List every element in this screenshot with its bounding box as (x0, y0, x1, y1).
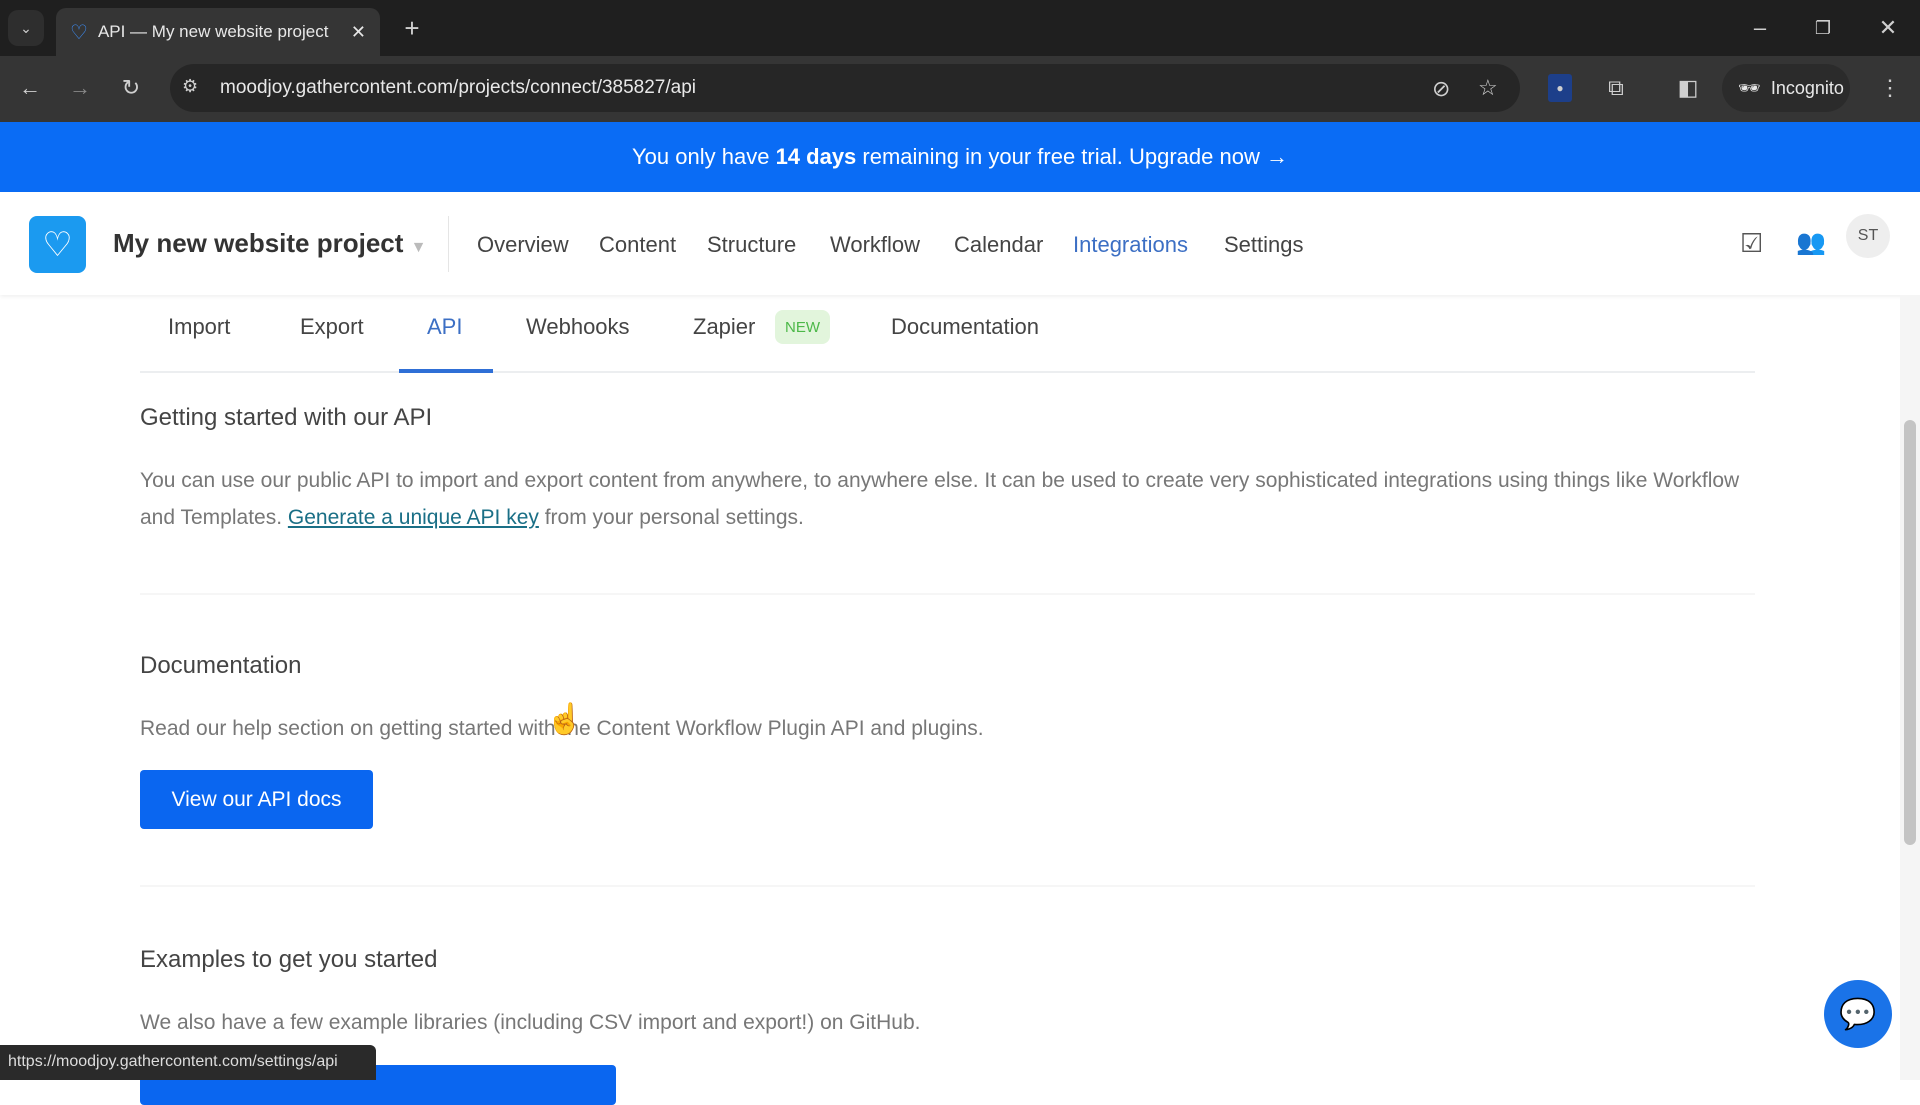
trial-banner[interactable]: You only have 14 days remaining in your … (0, 122, 1920, 192)
banner-text: You only have (632, 144, 776, 169)
nav-integrations[interactable]: Integrations (1073, 232, 1188, 258)
tab-zapier[interactable]: Zapier (693, 314, 755, 340)
nav-calendar[interactable]: Calendar (954, 232, 1043, 258)
favicon-icon: ♡ (70, 21, 88, 44)
bookmark-star-icon[interactable]: ☆ (1478, 75, 1498, 101)
tab-webhooks[interactable]: Webhooks (526, 314, 630, 340)
api-description: You can use our public API to import and… (140, 462, 1760, 536)
tasks-clipboard-icon[interactable]: ☑ (1740, 228, 1763, 259)
tab-import[interactable]: Import (168, 314, 230, 340)
tab-export[interactable]: Export (300, 314, 364, 340)
section-divider (140, 885, 1755, 887)
incognito-label: Incognito (1770, 77, 1844, 98)
view-api-docs-button[interactable]: View our API docs (140, 770, 373, 829)
url-text: moodjoy.gathercontent.com/projects/conne… (220, 77, 697, 98)
docs-description: Read our help section on getting started… (140, 717, 984, 740)
chat-launcher-button[interactable]: 💬 (1824, 980, 1892, 1048)
app-header: ♡ My new website project ▼ Overview Cont… (0, 192, 1920, 295)
minimize-button[interactable]: – (1740, 10, 1780, 46)
banner-days: 14 days (775, 144, 857, 169)
incognito-icon: 🕶 (1738, 77, 1761, 98)
back-button[interactable]: ← (12, 70, 48, 106)
tabs-divider (140, 371, 1755, 373)
app-logo-icon[interactable]: ♡ (29, 216, 86, 273)
project-title: My new website project (113, 228, 404, 258)
nav-overview[interactable]: Overview (477, 232, 569, 258)
examples-section-title: Examples to get you started (140, 946, 438, 973)
active-tab-indicator (399, 369, 493, 373)
nav-structure[interactable]: Structure (707, 232, 796, 258)
divider (448, 216, 449, 272)
hand-cursor-icon: ☝ (546, 703, 584, 736)
tab-title: API — My new website project (97, 22, 329, 41)
chat-icon: 💬 (1839, 997, 1877, 1031)
close-tab-icon[interactable]: ✕ (351, 22, 366, 43)
generate-api-key-link[interactable]: Generate a unique API key (288, 506, 539, 529)
examples-description: We also have a few example libraries (in… (140, 1011, 921, 1034)
extension-icon[interactable]: ● (1548, 74, 1572, 102)
api-text-2: from your personal settings. (538, 506, 804, 529)
restore-button[interactable]: ❐ (1803, 10, 1843, 46)
new-tab-button[interactable]: + (394, 10, 430, 46)
upgrade-link[interactable]: Upgrade now → (1129, 144, 1288, 170)
browser-tab-bar: ⌄ ♡ API — My new website project ✕ + – ❐… (0, 0, 1920, 56)
reload-button[interactable]: ↻ (113, 70, 149, 106)
section-divider (140, 593, 1755, 595)
banner-text-2: remaining in your free trial. (856, 144, 1129, 169)
nav-settings[interactable]: Settings (1224, 232, 1304, 258)
status-bar-url: https://moodjoy.gathercontent.com/settin… (0, 1045, 376, 1080)
browser-menu-icon[interactable]: ⋮ (1872, 70, 1908, 106)
team-icon[interactable]: 👥 (1796, 228, 1826, 257)
extensions-puzzle-icon[interactable]: ⧉ (1598, 70, 1634, 106)
avatar[interactable]: ST (1846, 214, 1890, 258)
tab-documentation[interactable]: Documentation (891, 314, 1039, 340)
project-switcher[interactable]: My new website project ▼ (113, 228, 426, 259)
close-window-button[interactable]: ✕ (1868, 10, 1908, 46)
nav-content[interactable]: Content (599, 232, 676, 258)
side-panel-icon[interactable]: ◧ (1670, 70, 1706, 106)
caret-down-icon: ▼ (410, 239, 427, 256)
tab-search-button[interactable]: ⌄ (8, 10, 44, 46)
tab-api[interactable]: API (427, 314, 462, 340)
docs-section-title: Documentation (140, 652, 302, 679)
scrollbar[interactable] (1900, 295, 1920, 1080)
eye-off-icon[interactable]: ⊘ (1432, 76, 1450, 102)
browser-tab[interactable]: ♡ API — My new website project ✕ (56, 8, 380, 56)
browser-toolbar: ← → ↻ ⚙ moodjoy.gathercontent.com/projec… (0, 56, 1920, 122)
scrollbar-thumb[interactable] (1904, 420, 1916, 845)
forward-button[interactable]: → (62, 70, 98, 106)
site-info-icon[interactable]: ⚙ (182, 76, 198, 97)
incognito-badge[interactable]: 🕶 Incognito (1722, 64, 1850, 112)
api-section-title: Getting started with our API (140, 404, 433, 431)
address-bar[interactable]: ⚙ moodjoy.gathercontent.com/projects/con… (170, 64, 1520, 112)
new-badge: NEW (775, 310, 830, 344)
nav-workflow[interactable]: Workflow (830, 232, 920, 258)
